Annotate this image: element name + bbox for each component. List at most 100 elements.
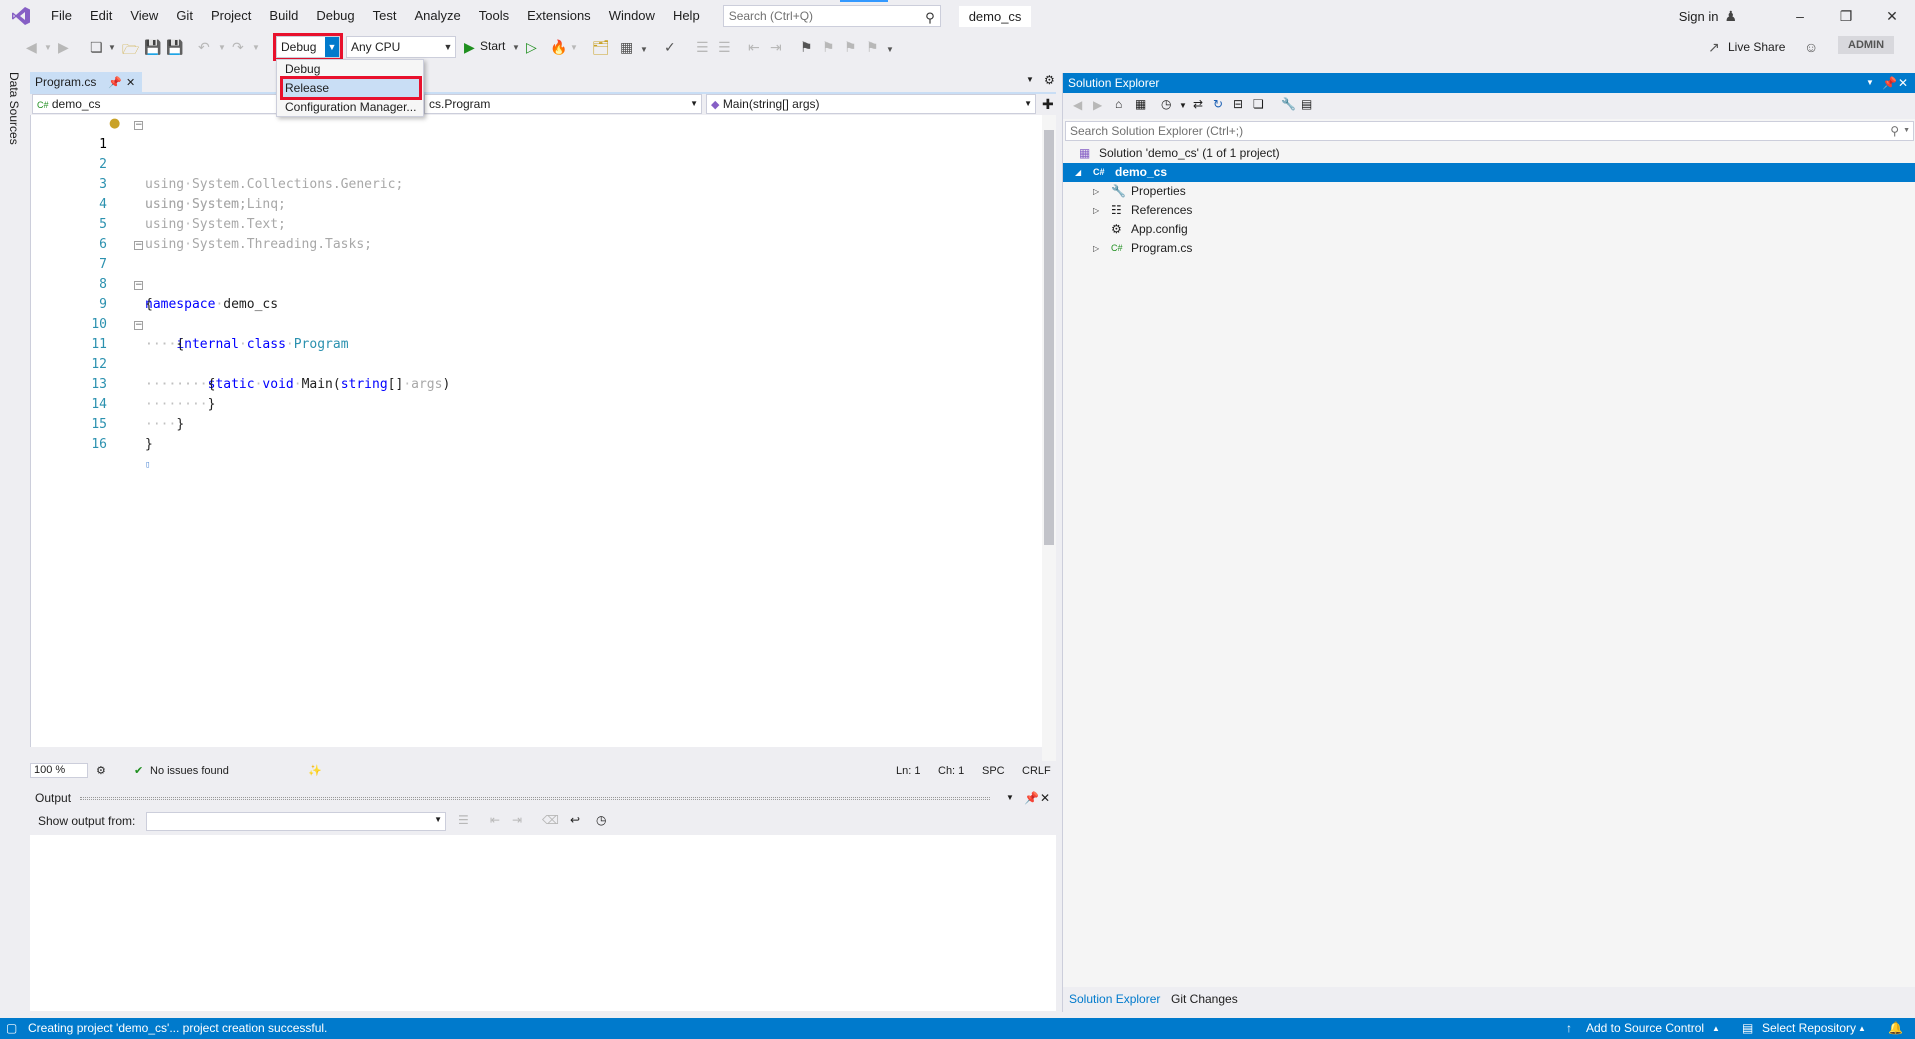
- tree-item-project[interactable]: ◢ C# demo_cs: [1063, 163, 1915, 182]
- navigate-back-icon[interactable]: ◀: [26, 39, 37, 56]
- chevron-down-icon[interactable]: ▼: [325, 37, 339, 57]
- save-all-icon[interactable]: 💾: [166, 39, 183, 56]
- menu-build[interactable]: Build: [260, 0, 307, 32]
- visual-studio-logo-icon[interactable]: [0, 0, 42, 32]
- select-repository-button[interactable]: Select Repository: [1762, 1018, 1856, 1039]
- minimize-icon[interactable]: –: [1777, 8, 1823, 24]
- menu-project[interactable]: Project: [202, 0, 260, 32]
- pin-icon[interactable]: 📌: [1882, 73, 1897, 93]
- collapse-icon[interactable]: −: [134, 121, 143, 130]
- chevron-up-icon[interactable]: ▲: [1712, 1018, 1720, 1039]
- collapsed-arrow-icon[interactable]: ▷: [1093, 182, 1099, 201]
- menu-debug[interactable]: Debug: [307, 0, 363, 32]
- switch-views-icon[interactable]: ▦: [1135, 97, 1146, 111]
- close-icon[interactable]: ✕: [1898, 73, 1908, 93]
- find-message-icon[interactable]: ☰: [458, 813, 469, 827]
- chevron-down-icon[interactable]: ▼: [1024, 95, 1032, 113]
- navigate-forward-icon[interactable]: ▶: [58, 39, 69, 56]
- new-project-dropdown-icon[interactable]: ▼: [108, 43, 116, 52]
- feedback-icon[interactable]: ☺: [1804, 39, 1818, 55]
- line-ending-indicator[interactable]: CRLF: [1022, 761, 1051, 781]
- output-text-area[interactable]: [30, 835, 1056, 1011]
- live-share-button[interactable]: Live Share: [1728, 40, 1785, 54]
- data-sources-tab[interactable]: Data Sources: [7, 72, 21, 145]
- next-bookmark-icon[interactable]: ⚑: [844, 39, 857, 56]
- collapsed-arrow-icon[interactable]: ▷: [1093, 201, 1099, 220]
- menu-window[interactable]: Window: [600, 0, 664, 32]
- new-project-icon[interactable]: ❏: [90, 39, 103, 56]
- undo-icon[interactable]: ↶: [198, 39, 210, 56]
- tab-program-cs[interactable]: Program.cs 📌 ✕: [30, 72, 142, 92]
- tree-item-app-config[interactable]: ⚙ App.config: [1063, 220, 1915, 239]
- clear-all-icon[interactable]: ⌫: [542, 813, 559, 827]
- solution-configuration-combo[interactable]: Debug ▼: [273, 33, 343, 61]
- hot-reload-dropdown-icon[interactable]: ▼: [570, 43, 578, 52]
- collapse-icon[interactable]: −: [134, 241, 143, 250]
- search-options-icon[interactable]: ▼: [1903, 122, 1910, 140]
- home-icon[interactable]: ⌂: [1115, 97, 1122, 111]
- toolbar-overflow-icon[interactable]: ▼: [886, 45, 894, 54]
- previous-bookmark-icon[interactable]: ⚑: [822, 39, 835, 56]
- navigate-back-dropdown-icon[interactable]: ▼: [44, 43, 52, 52]
- properties-wrench-icon[interactable]: 🔧: [1281, 97, 1296, 111]
- restore-icon[interactable]: ❐: [1823, 8, 1869, 25]
- code-cleanup-icon[interactable]: ✨: [308, 761, 322, 781]
- close-tab-icon[interactable]: ✕: [126, 73, 135, 93]
- menu-extensions[interactable]: Extensions: [518, 0, 600, 32]
- menu-help[interactable]: Help: [664, 0, 709, 32]
- collapsed-arrow-icon[interactable]: ▷: [1093, 239, 1099, 258]
- show-output-from-combo[interactable]: ▼: [146, 812, 446, 831]
- start-button[interactable]: Start: [480, 39, 505, 53]
- chevron-down-icon[interactable]: ▼: [441, 37, 455, 57]
- hot-reload-icon[interactable]: 🔥: [550, 39, 567, 56]
- pin-icon[interactable]: 📌: [1024, 787, 1039, 809]
- pin-icon[interactable]: 📌: [108, 73, 122, 93]
- next-message-icon[interactable]: ⇥: [512, 813, 522, 827]
- member-nav-combo[interactable]: ◆ Main(string[] args) ▼: [706, 94, 1036, 114]
- project-nav-combo[interactable]: C# demo_cs: [32, 94, 312, 114]
- close-icon[interactable]: ✕: [1040, 787, 1050, 809]
- expanded-arrow-icon[interactable]: ◢: [1075, 163, 1081, 182]
- spell-check-icon[interactable]: ✓: [664, 39, 676, 56]
- editor-scroll-thumb[interactable]: [1044, 130, 1054, 545]
- open-folder-icon[interactable]: 🗁: [122, 39, 139, 63]
- pending-changes-filter-icon[interactable]: ◷: [1161, 97, 1171, 111]
- word-wrap-icon[interactable]: ↩: [570, 813, 580, 827]
- health-icon[interactable]: ⚙: [96, 761, 106, 781]
- search-icon[interactable]: ⚲: [1890, 122, 1899, 140]
- filter-dropdown-icon[interactable]: ▼: [1179, 101, 1187, 110]
- solution-explorer-search-input[interactable]: Search Solution Explorer (Ctrl+;) ⚲ ▼: [1065, 121, 1914, 141]
- code-editor[interactable]: 1 ● − using·System; 2 using·System.Colle…: [30, 115, 1042, 747]
- collapse-icon[interactable]: −: [134, 281, 143, 290]
- tree-item-program-cs[interactable]: ▷ C# Program.cs: [1063, 239, 1915, 258]
- close-icon[interactable]: ✕: [1869, 8, 1915, 25]
- menu-edit[interactable]: Edit: [81, 0, 121, 32]
- chevron-down-icon[interactable]: ▼: [690, 95, 698, 113]
- tab-overflow-icon[interactable]: ▼: [1026, 75, 1034, 84]
- chevron-up-icon[interactable]: ▲: [1858, 1018, 1866, 1039]
- refresh-icon[interactable]: ↻: [1213, 97, 1223, 111]
- menu-view[interactable]: View: [121, 0, 167, 32]
- issues-status[interactable]: No issues found: [150, 761, 229, 781]
- sync-with-document-icon[interactable]: ⇄: [1193, 97, 1203, 111]
- dropdown-item-release[interactable]: Release: [280, 76, 422, 100]
- class-nav-combo[interactable]: cs.Program ▼: [424, 94, 702, 114]
- chevron-down-icon[interactable]: ▼: [434, 815, 442, 824]
- tree-item-solution[interactable]: ▦ Solution 'demo_cs' (1 of 1 project): [1063, 144, 1915, 163]
- start-dropdown-icon[interactable]: ▼: [512, 43, 520, 52]
- menu-tools[interactable]: Tools: [470, 0, 518, 32]
- redo-icon[interactable]: ↷: [232, 39, 244, 56]
- tab-solution-explorer[interactable]: Solution Explorer: [1069, 987, 1160, 1012]
- add-to-source-control-button[interactable]: Add to Source Control: [1586, 1018, 1704, 1039]
- column-indicator[interactable]: Ch: 1: [938, 761, 964, 781]
- account-icon[interactable]: ♟: [1724, 8, 1737, 25]
- dropdown-item-debug[interactable]: Debug: [283, 60, 419, 78]
- zoom-combo[interactable]: 100 %: [30, 763, 88, 778]
- split-window-icon[interactable]: ✚: [1042, 96, 1054, 113]
- notifications-bell-icon[interactable]: 🔔: [1888, 1018, 1903, 1039]
- preview-selected-icon[interactable]: ▤: [1301, 97, 1312, 111]
- previous-message-icon[interactable]: ⇤: [490, 813, 500, 827]
- solution-platform-combo[interactable]: Any CPU ▼: [346, 36, 456, 58]
- dropdown-item-configuration-manager[interactable]: Configuration Manager...: [283, 98, 419, 116]
- undo-dropdown-icon[interactable]: ▼: [218, 43, 226, 52]
